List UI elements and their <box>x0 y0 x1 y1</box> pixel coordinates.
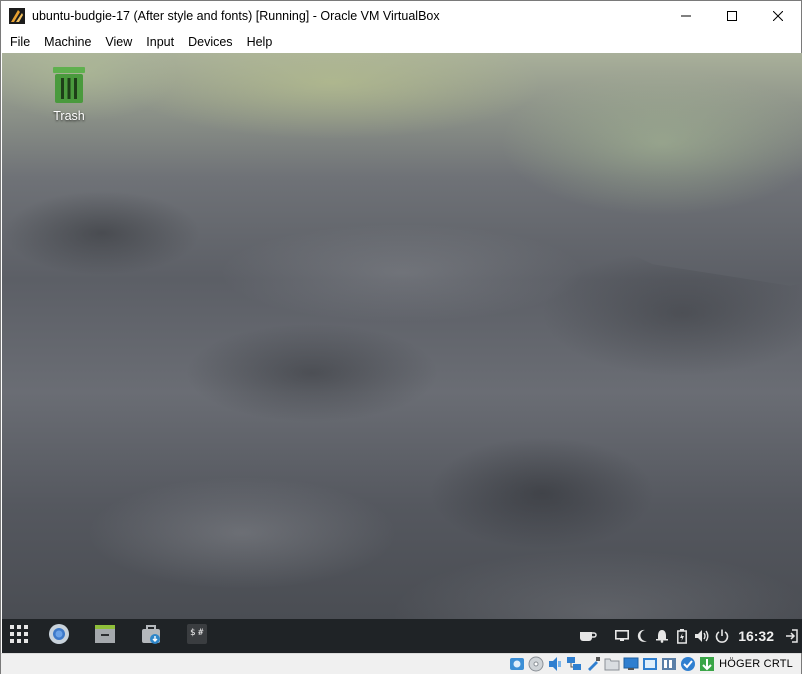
store-icon <box>140 623 162 650</box>
moon-icon[interactable] <box>632 619 652 653</box>
audio-icon[interactable] <box>547 656 563 672</box>
recording-icon[interactable] <box>661 656 677 672</box>
menu-help[interactable]: Help <box>240 31 280 53</box>
vbox-status-bar: HÖGER CRTL <box>1 653 801 674</box>
window-controls <box>663 1 801 31</box>
volume-icon[interactable] <box>692 619 712 653</box>
shared-folders-icon[interactable] <box>604 656 620 672</box>
usb-icon[interactable] <box>585 656 601 672</box>
cpu-icon[interactable] <box>680 656 696 672</box>
desktop-icon-trash[interactable]: Trash <box>46 65 92 123</box>
host-key-label: HÖGER CRTL <box>719 658 793 670</box>
terminal-launcher[interactable]: $ # <box>174 619 220 653</box>
virtualbox-window: ubuntu-budgie-17 (After style and fonts)… <box>0 0 802 674</box>
display-icon[interactable] <box>623 656 639 672</box>
trash-icon <box>52 65 86 105</box>
battery-icon[interactable] <box>672 619 692 653</box>
menu-view[interactable]: View <box>98 31 139 53</box>
title-bar: ubuntu-budgie-17 (After style and fonts)… <box>1 1 801 31</box>
bell-icon[interactable] <box>652 619 672 653</box>
file-manager-launcher[interactable] <box>82 619 128 653</box>
maximize-icon[interactable] <box>709 1 755 31</box>
window-title: ubuntu-budgie-17 (After style and fonts)… <box>32 9 440 23</box>
wallpaper-rock <box>2 129 802 619</box>
browser-icon <box>48 623 70 650</box>
menu-bar: File Machine View Input Devices Help <box>1 31 801 53</box>
software-launcher[interactable] <box>128 619 174 653</box>
mouse-integration-icon[interactable] <box>699 656 715 672</box>
display-icon[interactable] <box>612 619 632 653</box>
svg-text:$: $ <box>190 628 195 638</box>
app-menu-button[interactable] <box>2 619 36 653</box>
panel-launchers: $ # <box>2 619 220 653</box>
vm-desktop[interactable]: Trash <box>2 53 802 619</box>
menu-file[interactable]: File <box>3 31 37 53</box>
virtualbox-icon <box>9 8 25 24</box>
hard-disk-icon[interactable] <box>509 656 525 672</box>
budgie-panel: $ # 16:32 <box>2 619 802 653</box>
desktop-icon-label: Trash <box>53 109 85 123</box>
optical-drive-icon[interactable] <box>528 656 544 672</box>
chromium-launcher[interactable] <box>36 619 82 653</box>
menu-machine[interactable]: Machine <box>37 31 98 53</box>
svg-text:#: # <box>198 628 204 638</box>
network-icon[interactable] <box>566 656 582 672</box>
logout-icon[interactable] <box>780 619 802 653</box>
minimize-icon[interactable] <box>663 1 709 31</box>
close-icon[interactable] <box>755 1 801 31</box>
menu-devices[interactable]: Devices <box>181 31 239 53</box>
menu-input[interactable]: Input <box>139 31 181 53</box>
files-icon <box>94 624 116 649</box>
video-capture-icon[interactable] <box>642 656 658 672</box>
grid-icon <box>10 624 28 648</box>
power-icon[interactable] <box>712 619 732 653</box>
terminal-icon: $ # <box>187 623 207 649</box>
cup-icon[interactable] <box>576 619 600 653</box>
panel-tray: 16:32 <box>576 619 802 653</box>
panel-clock[interactable]: 16:32 <box>732 628 780 644</box>
